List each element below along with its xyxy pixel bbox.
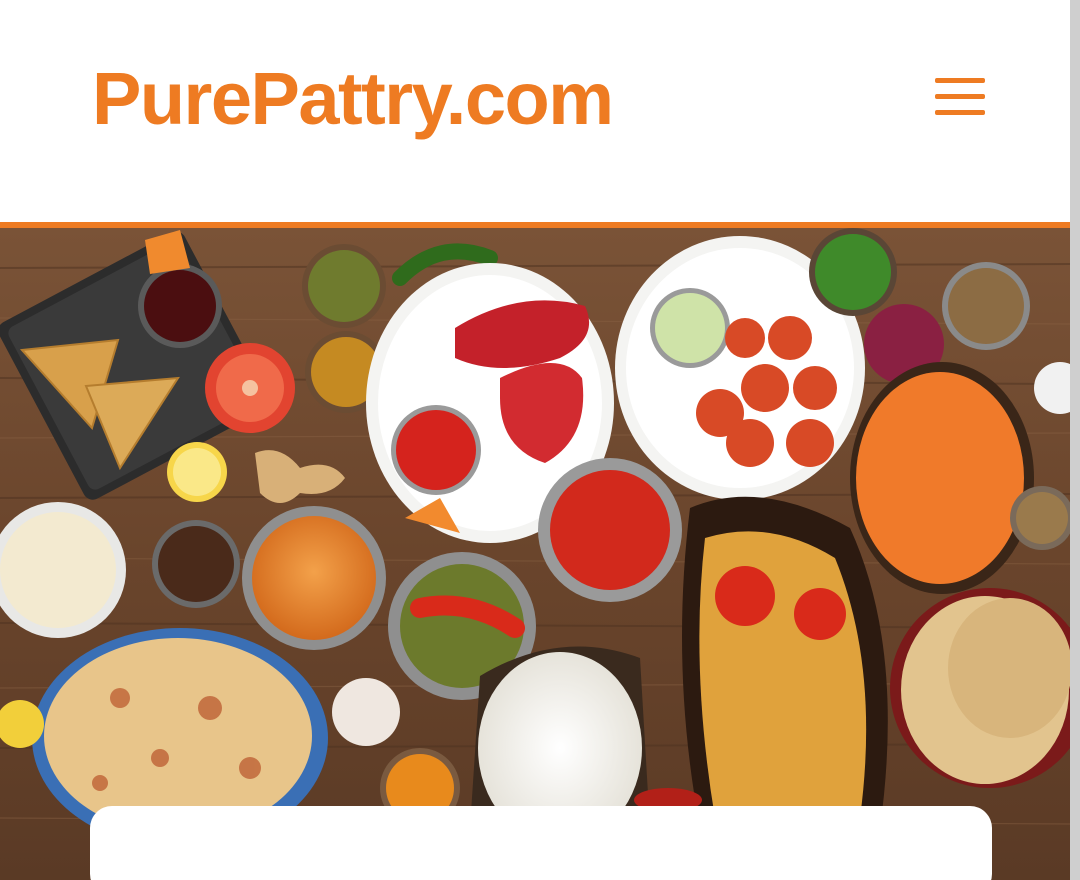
content-card	[90, 806, 992, 880]
site-header: PurePattry.com	[0, 0, 1080, 222]
site-logo[interactable]: PurePattry.com	[92, 62, 614, 136]
hero-image	[0, 228, 1070, 880]
hamburger-menu-icon[interactable]	[928, 70, 992, 126]
scrollbar-track	[1070, 0, 1080, 880]
